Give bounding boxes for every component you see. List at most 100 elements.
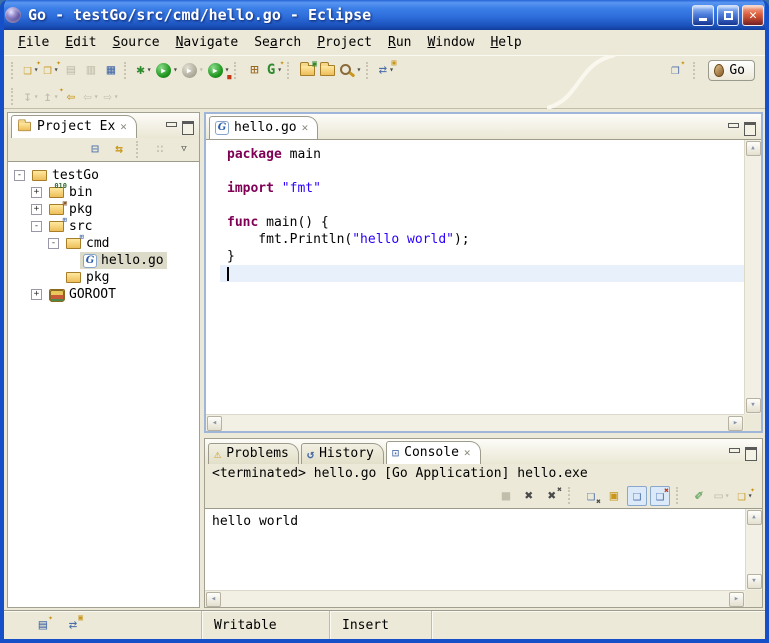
- expand-icon[interactable]: +: [31, 289, 42, 300]
- fast-view-button[interactable]: ▤✦: [33, 614, 53, 636]
- console-vertical-scrollbar[interactable]: ▴ ▾: [745, 509, 762, 590]
- last-edit-location-button[interactable]: ⇦✦: [61, 86, 81, 108]
- scroll-left-button[interactable]: ◂: [206, 592, 221, 607]
- tree-item-hello-go[interactable]: Ghello.go: [8, 252, 199, 269]
- minimize-console-button[interactable]: [728, 447, 740, 458]
- scroll-up-button[interactable]: ▴: [746, 141, 761, 156]
- show-stdout-button[interactable]: ❑: [627, 486, 647, 506]
- folder-import-button[interactable]: ▣: [297, 59, 317, 81]
- maximize-editor-button[interactable]: [743, 122, 755, 133]
- clear-console-button[interactable]: ❏✖: [581, 486, 601, 506]
- menu-help[interactable]: Help: [482, 33, 529, 52]
- scroll-down-button[interactable]: ▾: [746, 398, 761, 413]
- dropdown-icon: ▾: [277, 66, 282, 74]
- menu-run[interactable]: Run: [380, 33, 419, 52]
- dropdown-icon: ▾: [725, 492, 730, 500]
- menu-file[interactable]: File: [10, 33, 57, 52]
- back-icon: ⇦: [83, 90, 91, 104]
- new-file-button[interactable]: ❐✦▾: [41, 59, 61, 81]
- editor-content[interactable]: package main import "fmt" func main() { …: [206, 139, 761, 431]
- maximize-view-button[interactable]: [181, 121, 193, 132]
- remove-launch-button[interactable]: ✖: [519, 486, 539, 506]
- editor-vertical-scrollbar[interactable]: ▴ ▾: [744, 140, 761, 414]
- menu-navigate[interactable]: Navigate: [168, 33, 247, 52]
- menu-search[interactable]: Search: [246, 33, 309, 52]
- dropdown-icon: ▾: [54, 93, 59, 101]
- expand-icon[interactable]: +: [31, 187, 42, 198]
- window-close-button[interactable]: ✕: [742, 5, 764, 26]
- close-editor-icon[interactable]: ✕: [302, 121, 309, 134]
- close-view-icon[interactable]: ✕: [120, 120, 127, 133]
- collapse-all-icon: ⊟: [91, 143, 99, 156]
- debug-button[interactable]: ✱▾: [134, 59, 154, 81]
- tree-item-cmd[interactable]: -⊞cmd: [8, 235, 199, 252]
- scroll-right-button[interactable]: ▸: [728, 416, 743, 431]
- print-button[interactable]: ▦: [101, 59, 121, 81]
- tree-item-testgo[interactable]: -testGo: [8, 167, 199, 184]
- window-maximize-button[interactable]: [717, 5, 739, 26]
- menu-window[interactable]: Window: [419, 33, 482, 52]
- tab-console[interactable]: ⊡ Console ✕: [386, 441, 481, 464]
- scrollbar-corner: [744, 414, 761, 431]
- collapse-icon[interactable]: -: [31, 221, 42, 232]
- window-minimize-button[interactable]: [692, 5, 714, 26]
- scroll-left-button[interactable]: ◂: [207, 416, 222, 431]
- tab-problems[interactable]: ⚠ Problems: [208, 443, 299, 464]
- tree-item-goroot[interactable]: +GOROOT: [8, 286, 199, 303]
- collapse-icon[interactable]: -: [48, 238, 59, 249]
- dropdown-icon: ▾: [114, 93, 119, 101]
- close-console-icon[interactable]: ✕: [464, 446, 471, 459]
- run-button[interactable]: ▶▾: [154, 59, 180, 81]
- tab-history[interactable]: ↺ History: [301, 443, 384, 464]
- open-console-button[interactable]: ❏✦▾: [735, 486, 755, 506]
- minimize-view-button[interactable]: [165, 121, 177, 132]
- view-menu-button[interactable]: ▽: [174, 139, 194, 161]
- code-line: package main: [220, 146, 744, 163]
- tab-project-explorer[interactable]: Project Ex ✕: [11, 115, 137, 138]
- title-bar[interactable]: Go - testGo/src/cmd/hello.go - Eclipse ✕: [0, 0, 769, 30]
- maximize-console-button[interactable]: [744, 447, 756, 458]
- tree-item-bin[interactable]: +010bin: [8, 184, 199, 201]
- scroll-right-button[interactable]: ▸: [729, 592, 744, 607]
- run-icon: ▶: [156, 63, 171, 78]
- console-content[interactable]: hello world ▴ ▾ ◂ ▸: [205, 508, 762, 607]
- folder-export-button[interactable]: [317, 59, 337, 81]
- code-area[interactable]: package main import "fmt" func main() { …: [206, 140, 744, 414]
- menu-edit[interactable]: Edit: [57, 33, 104, 52]
- external-tools-button[interactable]: ▶■▾: [206, 59, 232, 81]
- scroll-down-button[interactable]: ▾: [747, 574, 762, 589]
- go-new-icon: G: [267, 63, 275, 77]
- editor-horizontal-scrollbar[interactable]: ◂ ▸: [206, 414, 744, 431]
- new-wizard-button[interactable]: ❏✦▾: [21, 59, 41, 81]
- menu-project[interactable]: Project: [309, 33, 380, 52]
- scroll-lock-button[interactable]: ▣: [604, 486, 624, 506]
- scroll-up-button[interactable]: ▴: [747, 510, 762, 525]
- console-horizontal-scrollbar[interactable]: ◂ ▸: [205, 590, 745, 607]
- menu-source[interactable]: Source: [105, 33, 168, 52]
- clear-badge-icon: ✖: [596, 498, 601, 506]
- sparkle-icon: ✦: [280, 59, 285, 67]
- tree-item-pkg[interactable]: pkg: [8, 269, 199, 286]
- pin-console-button[interactable]: ✐: [689, 486, 709, 506]
- new-go-element-button[interactable]: G ✦▾: [264, 59, 284, 81]
- collapse-all-button[interactable]: ⊟: [85, 139, 105, 161]
- collapse-icon[interactable]: -: [14, 170, 25, 181]
- remove-all-terminated-button[interactable]: ✖✖: [542, 486, 562, 506]
- search-button[interactable]: ▾: [337, 59, 363, 81]
- show-stderr-button[interactable]: ❑✖: [650, 486, 670, 506]
- trim-stack-button[interactable]: ⇄▣: [63, 614, 83, 636]
- go-perspective-button[interactable]: Go: [708, 60, 755, 81]
- new-project-button[interactable]: ⊞: [244, 59, 264, 81]
- tree-item-src[interactable]: -⊞src: [8, 218, 199, 235]
- minimize-editor-button[interactable]: [727, 122, 739, 133]
- scroll-lock-icon: ▣: [610, 489, 618, 503]
- forward-button: ⇨▾: [101, 86, 121, 108]
- tab-hello-go[interactable]: G hello.go ✕: [209, 116, 318, 139]
- tree-item-pkg[interactable]: +▣pkg: [8, 201, 199, 218]
- folder-icon: ⊞: [49, 221, 65, 233]
- open-perspective-button[interactable]: ❐✦: [665, 59, 685, 81]
- sync-button[interactable]: ⇄▣▾: [376, 59, 396, 81]
- main-toolbar: ❏✦▾ ❐✦▾ ▤ ▥ ▦ ✱▾ ▶▾ ▶▾ ▶■▾ ⊞ G✦▾ ▣ ▾ ⇄▣▾…: [4, 55, 765, 85]
- link-with-editor-button[interactable]: ⇆: [109, 139, 129, 161]
- expand-icon[interactable]: +: [31, 204, 42, 215]
